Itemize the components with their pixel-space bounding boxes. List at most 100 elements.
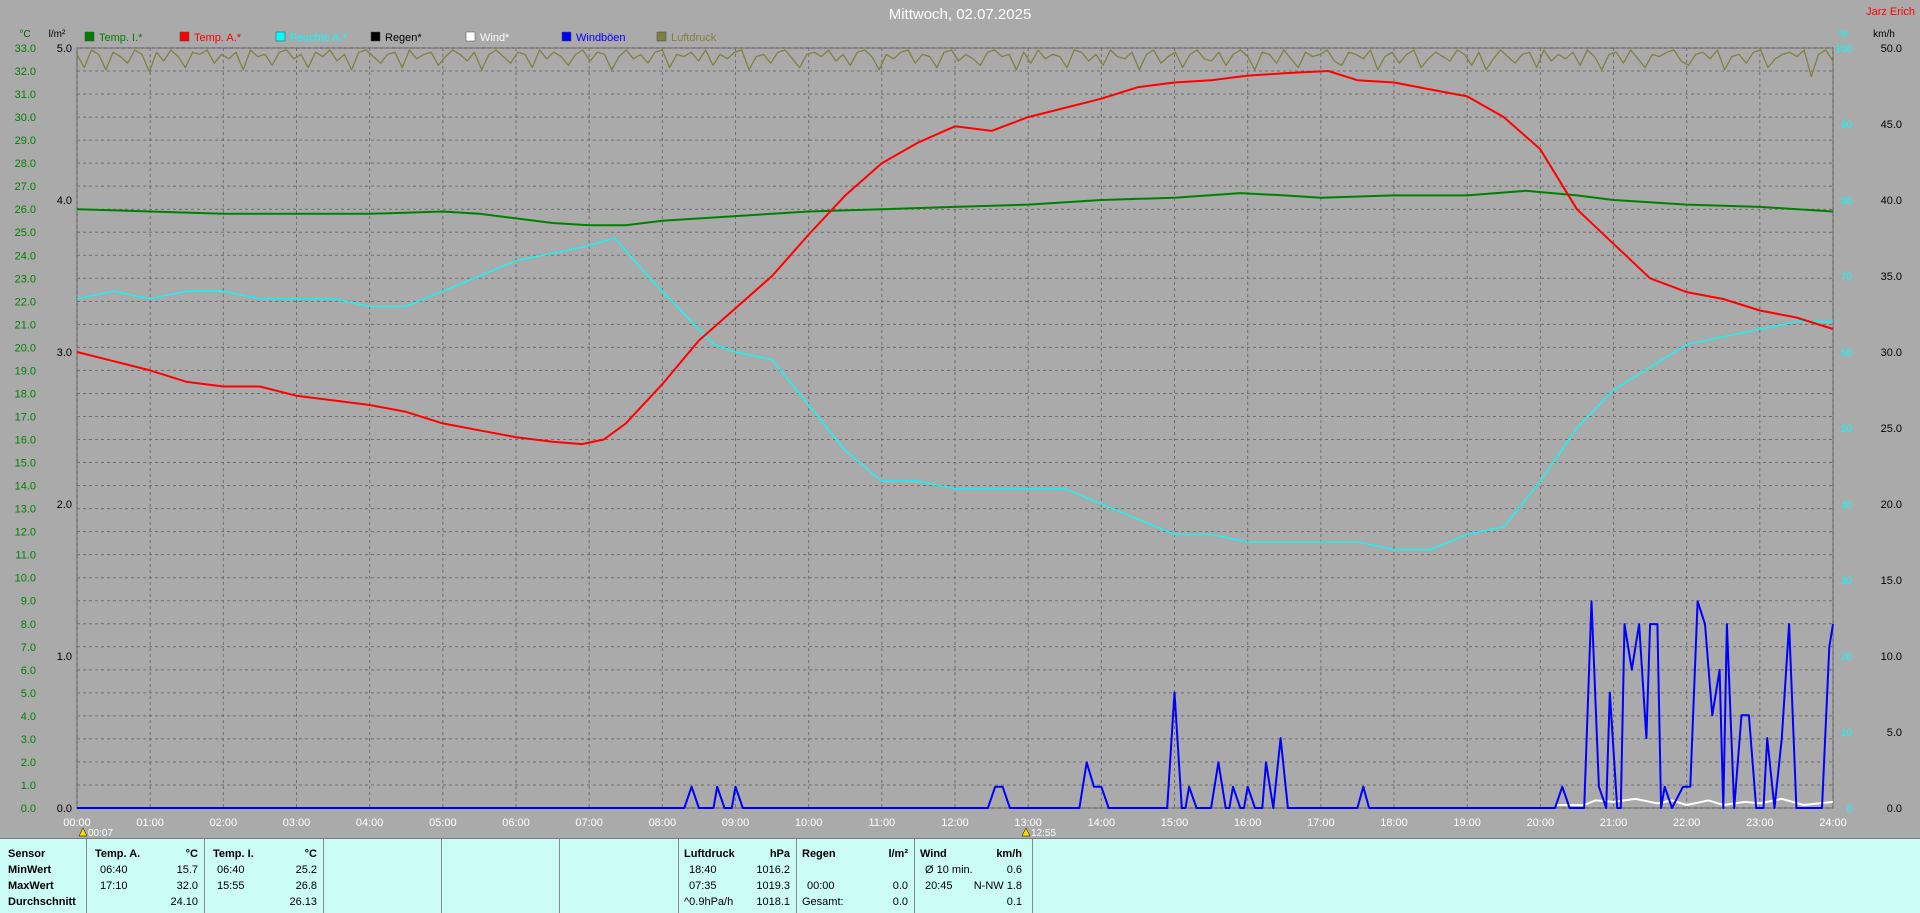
regen-value: 0.0 xyxy=(892,880,908,892)
weather-chart: Mittwoch, 02.07.2025 Jarz Erich °C l/m² … xyxy=(0,0,1920,838)
temp-tick-label: 27.0 xyxy=(15,181,36,193)
x-tick-label: 18:00 xyxy=(1380,817,1408,829)
pct-tick-label: 0 xyxy=(1846,804,1852,815)
legend-swatch xyxy=(179,31,190,42)
pct-tick-label: 20 xyxy=(1841,652,1853,663)
wind-avg-label: Ø 10 min. xyxy=(925,864,973,876)
speed-tick-label: 30.0 xyxy=(1881,347,1902,359)
temp-tick-label: 0.0 xyxy=(21,803,36,815)
x-tick-label: 24:00 xyxy=(1819,817,1847,829)
pct-tick-label: 90 xyxy=(1841,120,1853,131)
row-label-min: MinWert xyxy=(8,864,52,876)
speed-tick-label: 10.0 xyxy=(1881,651,1902,663)
stats-temp-a-cell: Temp. A. °C 06:40 15.7 17:10 32.0 24.10 xyxy=(87,839,205,913)
x-tick-label: 19:00 xyxy=(1453,817,1481,829)
temp-a-max-time: 17:10 xyxy=(100,880,128,892)
legend-label: Temp. A.* xyxy=(194,32,242,44)
temp-i-min-value: 25.2 xyxy=(295,864,317,876)
midday-marker-label: 12:55 xyxy=(1031,828,1056,838)
luftdruck-min-value: 1016.2 xyxy=(756,864,790,876)
temp-tick-label: 21.0 xyxy=(15,319,36,331)
stats-luftdruck-cell: Luftdruck hPa 18:40 1016.2 07:35 1019.3 … xyxy=(679,839,797,913)
wind-max-direction: N-NW 1.8 xyxy=(973,880,1022,892)
temp-a-average: 24.10 xyxy=(170,896,198,908)
row-label-avg: Durchschnitt xyxy=(8,896,76,908)
x-tick-label: 04:00 xyxy=(356,817,384,829)
temp-a-min-time: 06:40 xyxy=(100,864,128,876)
x-tick-label: 06:00 xyxy=(502,817,530,829)
speed-tick-label: 20.0 xyxy=(1881,499,1902,511)
stats-sensor-cell: Sensor MinWert MaxWert Durchschnitt xyxy=(0,839,87,913)
temp-tick-label: 17.0 xyxy=(15,411,36,423)
legend-swatch xyxy=(370,31,381,42)
legend-swatch xyxy=(84,31,95,42)
temp-a-unit: °C xyxy=(185,848,198,860)
temp-tick-label: 28.0 xyxy=(15,158,36,170)
unit-pct-label: % xyxy=(1839,29,1848,40)
temp-tick-label: 11.0 xyxy=(15,550,36,562)
speed-tick-label: 15.0 xyxy=(1881,575,1902,587)
x-tick-label: 16:00 xyxy=(1234,817,1262,829)
temp-tick-label: 2.0 xyxy=(21,757,36,769)
author-label: Jarz Erich xyxy=(1866,6,1915,18)
x-tick-label: 01:00 xyxy=(136,817,164,829)
stats-wind-cell: Wind km/h Ø 10 min. 0.6 20:45 N-NW 1.8 0… xyxy=(915,839,1033,913)
pct-tick-label: 100 xyxy=(1835,44,1852,55)
unit-temp-label: °C xyxy=(19,29,30,40)
pct-tick-label: 70 xyxy=(1841,272,1853,283)
x-tick-label: 11:00 xyxy=(868,817,895,829)
legend-label: Luftdruck xyxy=(671,32,717,44)
speed-tick-label: 25.0 xyxy=(1881,423,1902,435)
x-tick-label: 10:00 xyxy=(795,817,823,829)
temp-i-title: Temp. I. xyxy=(213,848,254,860)
legend-label: Feuchte A.* xyxy=(290,32,348,44)
stats-temp-i-cell: Temp. I. °C 06:40 25.2 15:55 26.8 26.13 xyxy=(205,839,324,913)
temp-tick-label: 22.0 xyxy=(15,296,36,308)
rain-tick-label: 3.0 xyxy=(57,347,72,359)
sensor-title: Sensor xyxy=(8,848,46,860)
regen-time: 00:00 xyxy=(807,880,835,892)
x-tick-label: 20:00 xyxy=(1527,817,1555,829)
temp-tick-label: 24.0 xyxy=(15,250,36,262)
temp-a-min-value: 15.7 xyxy=(176,864,198,876)
x-tick-label: 00:00 xyxy=(63,817,91,829)
chart-title: Mittwoch, 02.07.2025 xyxy=(889,6,1032,23)
x-tick-label: 15:00 xyxy=(1161,817,1189,829)
luftdruck-min-time: 18:40 xyxy=(689,864,717,876)
x-tick-label: 21:00 xyxy=(1600,817,1628,829)
speed-tick-label: 40.0 xyxy=(1881,195,1902,207)
temp-tick-label: 9.0 xyxy=(21,596,36,608)
temp-tick-label: 3.0 xyxy=(21,734,36,746)
temp-tick-label: 13.0 xyxy=(15,504,36,516)
temp-tick-label: 31.0 xyxy=(15,89,36,101)
temp-tick-label: 14.0 xyxy=(15,481,36,493)
stats-empty-cell-3 xyxy=(560,839,679,913)
pct-tick-label: 10 xyxy=(1841,728,1853,739)
temp-tick-label: 32.0 xyxy=(15,66,36,78)
temp-tick-label: 16.0 xyxy=(15,435,36,447)
wind-max-time: 20:45 xyxy=(925,880,953,892)
wind-title: Wind xyxy=(920,848,947,860)
pct-tick-label: 30 xyxy=(1841,576,1853,587)
rain-tick-label: 5.0 xyxy=(57,43,72,55)
temp-tick-label: 1.0 xyxy=(21,780,36,792)
speed-tick-label: 35.0 xyxy=(1881,271,1902,283)
temp-tick-label: 15.0 xyxy=(15,458,36,470)
x-tick-label: 23:00 xyxy=(1746,817,1774,829)
temp-tick-label: 20.0 xyxy=(15,342,36,354)
rain-tick-label: 0.0 xyxy=(57,803,72,815)
regen-gesamt-value: 0.0 xyxy=(892,896,908,908)
temp-tick-label: 19.0 xyxy=(15,365,36,377)
temp-tick-label: 4.0 xyxy=(21,711,36,723)
legend-swatch xyxy=(275,31,286,42)
x-tick-label: 17:00 xyxy=(1307,817,1335,829)
temp-tick-label: 5.0 xyxy=(21,688,36,700)
wind-unit: km/h xyxy=(996,848,1022,860)
rain-tick-label: 2.0 xyxy=(57,499,72,511)
temp-a-title: Temp. A. xyxy=(95,848,141,860)
stats-panel: Sensor MinWert MaxWert Durchschnitt Temp… xyxy=(0,838,1920,913)
legend-swatch xyxy=(561,31,572,42)
regen-title: Regen xyxy=(802,848,836,860)
speed-tick-label: 0.0 xyxy=(1887,803,1902,815)
stats-empty-cell-2 xyxy=(442,839,560,913)
